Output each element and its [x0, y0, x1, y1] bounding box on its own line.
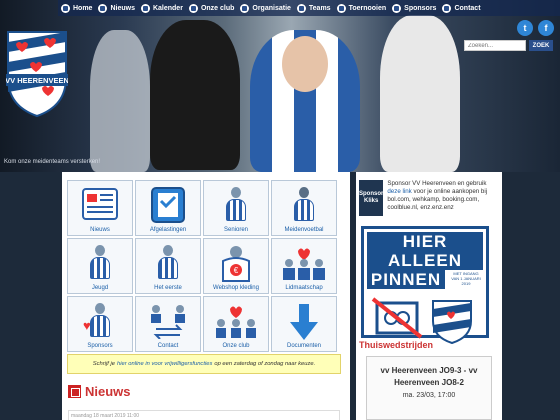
home-icon — [61, 3, 70, 13]
tile-contact[interactable]: Contact — [135, 296, 201, 352]
news-item[interactable]: maandag 18 maart 2019 11:00 — [68, 410, 340, 420]
tile-het-eerste[interactable]: Het eerste — [135, 238, 201, 294]
home-matches-title: Thuiswedstrijden — [359, 340, 434, 350]
club-icon — [188, 3, 198, 13]
first-team-icon — [157, 245, 179, 283]
tile-sponsors[interactable]: ♥ Sponsors — [67, 296, 133, 352]
organisation-icon — [240, 3, 250, 13]
club-logo[interactable]: VV HEERENVEEN — [6, 28, 68, 118]
nav-nieuws[interactable]: Nieuws — [95, 0, 138, 16]
match-team2: Heerenveen JO8-2 — [394, 378, 464, 387]
twitter-icon[interactable]: t — [517, 20, 533, 36]
sponsor-link[interactable]: deze link — [387, 188, 411, 195]
main-content: Nieuws Afgelastingen Senioren Meidenvoet… — [62, 172, 350, 420]
nav-contact[interactable]: Contact — [439, 0, 483, 16]
tile-lidmaatschap[interactable]: Lidmaatschap — [271, 238, 337, 294]
tile-jeugd[interactable]: Jeugd — [67, 238, 133, 294]
banner-line1: HIER ALLEEN — [367, 232, 483, 270]
nav-organisatie[interactable]: Organisatie — [237, 0, 294, 16]
hero-player-back — [90, 30, 150, 172]
tile-nieuws[interactable]: Nieuws — [67, 180, 133, 236]
home-match-card[interactable]: vv Heerenveen JO9-3 - vv Heerenveen JO8-… — [366, 356, 492, 420]
logo-text: VV HEERENVEEN — [6, 76, 68, 85]
social-links: t f — [517, 20, 554, 36]
nav-toernooien[interactable]: Toernooien — [334, 0, 390, 16]
sponsor-icon — [392, 3, 402, 13]
main-navigation: Home Nieuws Kalender Onze club Organisat… — [58, 0, 560, 16]
hero-player-face — [282, 36, 328, 92]
club-hearts-icon — [216, 306, 256, 338]
pin-only-banner[interactable]: HIER ALLEEN PINNEN MET INGANG VAN 1 JANU… — [361, 226, 489, 345]
sidebar: Sponsor Kliks Sponsor VV Heerenveen en g… — [356, 172, 502, 420]
tile-afgelastingen[interactable]: Afgelastingen — [135, 180, 201, 236]
news-icon — [82, 188, 118, 220]
teams-icon — [296, 3, 306, 13]
cancellation-icon — [151, 187, 185, 223]
news-section-icon — [68, 385, 81, 398]
news-item-date: maandag 18 maart 2019 11:00 — [71, 413, 140, 419]
banner-line2: PINNEN — [367, 270, 445, 289]
news-icon — [98, 3, 108, 13]
sponsor-kliks-box: Sponsor Kliks Sponsor VV Heerenveen en g… — [359, 180, 497, 220]
nav-home[interactable]: Home — [58, 0, 95, 16]
search-bar: ZOEK — [464, 40, 553, 51]
contact-arrows-icon — [151, 305, 185, 339]
nav-sponsors[interactable]: Sponsors — [389, 0, 439, 16]
tournament-icon — [336, 3, 346, 13]
hero-player-right — [380, 15, 460, 172]
tile-onze-club[interactable]: Onze club — [203, 296, 269, 352]
calendar-icon — [140, 3, 150, 13]
hero-caption[interactable]: Kom onze meidenteams versterken! — [4, 159, 100, 165]
quick-links-grid: Nieuws Afgelastingen Senioren Meidenvoet… — [67, 180, 337, 352]
tile-webshop-kleding[interactable]: € Webshop kleding — [203, 238, 269, 294]
nav-kalender[interactable]: Kalender — [138, 0, 186, 16]
match-team1: vv Heerenveen JO9-3 - vv — [380, 366, 478, 375]
news-title: Nieuws — [85, 384, 131, 399]
hero-banner — [0, 0, 560, 172]
nav-onze-club[interactable]: Onze club — [186, 0, 237, 16]
search-input[interactable] — [464, 40, 526, 51]
facebook-icon[interactable]: f — [538, 20, 554, 36]
volunteer-notice: Schrijf je hier online in voor vrijwilli… — [67, 354, 341, 374]
svg-text:€: € — [234, 266, 239, 275]
news-heading: Nieuws — [68, 384, 131, 399]
senior-player-icon — [225, 187, 247, 225]
girls-football-icon — [293, 187, 315, 225]
banner-note: MET INGANG VAN 1 JANUARI 2019 — [451, 271, 481, 286]
download-arrow-icon — [290, 304, 318, 340]
webshop-icon: € — [222, 246, 250, 282]
sponsors-heart-icon: ♥ — [83, 303, 111, 341]
hero-player-left — [150, 20, 240, 170]
tile-meidenvoetbal[interactable]: Meidenvoetbal — [271, 180, 337, 236]
tile-senioren[interactable]: Senioren — [203, 180, 269, 236]
tile-documenten[interactable]: Documenten — [271, 296, 337, 352]
membership-icon — [283, 248, 325, 280]
contact-icon — [442, 3, 452, 13]
volunteer-link[interactable]: hier online in voor vrijwilligersfunctie… — [117, 361, 212, 367]
sponsor-text: Sponsor VV Heerenveen en gebruik deze li… — [387, 180, 488, 212]
nav-teams[interactable]: Teams — [294, 0, 334, 16]
sponsorkliks-logo[interactable]: Sponsor Kliks — [359, 180, 384, 216]
youth-player-icon — [89, 245, 111, 283]
match-date: ma. 23/03, 17:00 — [402, 392, 456, 399]
no-cash-icon — [371, 297, 472, 345]
search-button[interactable]: ZOEK — [529, 40, 553, 51]
